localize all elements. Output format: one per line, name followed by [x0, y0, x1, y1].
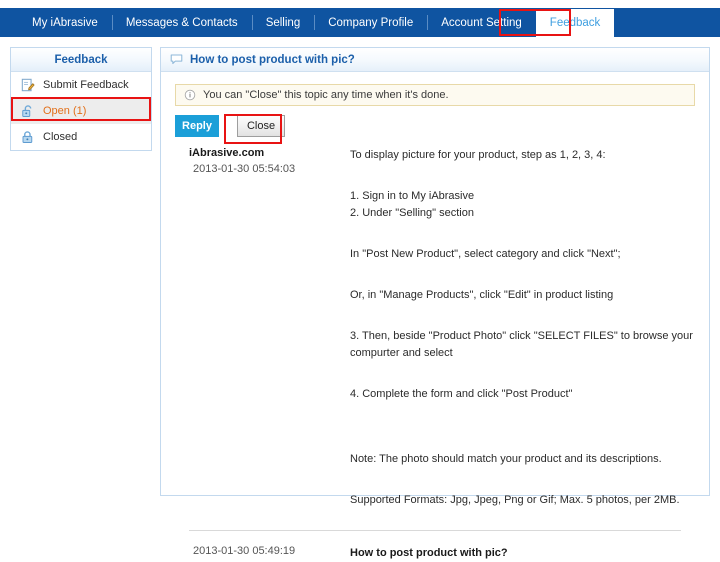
feedback-topic-panel: How to post product with pic? You can "C… — [160, 47, 710, 559]
nav-label: Account Setting — [441, 16, 522, 29]
post-timestamp: 2013-01-30 05:49:19 — [193, 545, 296, 557]
post-item: iAbrasive.com 2013-01-30 05:54:03 To dis… — [175, 137, 695, 522]
post-paragraph: Supported Formats: Jpg, Jpeg, Png or Gif… — [350, 494, 680, 506]
post-timestamp: 2013-01-30 05:54:03 — [193, 163, 296, 175]
sidebar-item-label: Submit Feedback — [43, 79, 129, 91]
nav-label: My iAbrasive — [32, 16, 98, 29]
nav-item-messages-contacts[interactable]: Messages & Contacts — [111, 8, 252, 37]
close-topic-notice: You can "Close" this topic any time when… — [175, 84, 695, 106]
post-paragraph: How to post product with pic? — [350, 547, 508, 559]
close-button[interactable]: Close — [237, 115, 285, 137]
post-paragraph: In "Post New Product", select category a… — [350, 248, 621, 260]
nav-label: Feedback — [549, 17, 601, 29]
sidebar-header-label: Feedback — [54, 53, 108, 66]
nav-item-company-profile[interactable]: Company Profile — [314, 8, 427, 37]
nav-item-account-setting[interactable]: Account Setting — [427, 8, 536, 37]
top-navigation-bar: My iAbrasive Messages & Contacts Selling… — [0, 8, 720, 37]
reply-button[interactable]: Reply — [175, 115, 219, 137]
speech-bubble-icon — [170, 54, 183, 65]
post-item: 2013-01-30 05:49:19 How to post product … — [175, 531, 695, 562]
notepad-pencil-icon — [21, 78, 35, 92]
post-paragraph: 4. Complete the form and click "Post Pro… — [350, 388, 573, 400]
topic-header: How to post product with pic? — [161, 48, 709, 72]
sidebar-header: Feedback — [11, 48, 151, 72]
topic-action-buttons: Reply Close — [175, 115, 695, 137]
nav-item-feedback[interactable]: Feedback — [535, 9, 615, 37]
nav-label: Company Profile — [328, 16, 414, 29]
nav-item-my-iabrasive[interactable]: My iAbrasive — [18, 8, 112, 37]
post-paragraph: To display picture for your product, ste… — [350, 149, 606, 161]
sidebar-item-label: Closed — [43, 131, 78, 143]
nav-label: Selling — [265, 16, 301, 29]
post-content: To display picture for your product, ste… — [350, 147, 695, 522]
post-paragraph: Or, in "Manage Products", click "Edit" i… — [350, 289, 614, 301]
post-paragraph: 2. Under "Selling" section — [350, 207, 474, 219]
post-meta: 2013-01-30 05:49:19 — [175, 545, 350, 562]
sidebar-item-open[interactable]: Open (1) — [11, 98, 151, 124]
notice-text: You can "Close" this topic any time when… — [203, 89, 449, 101]
post-paragraph: 1. Sign in to My iAbrasive — [350, 190, 475, 202]
topic-body: You can "Close" this topic any time when… — [161, 72, 709, 562]
sidebar-item-label: Open (1) — [43, 105, 87, 117]
post-paragraph: Note: The photo should match your produc… — [350, 453, 662, 465]
post-author: iAbrasive.com — [189, 147, 265, 159]
post-paragraph: 3. Then, beside "Product Photo" click "S… — [350, 330, 693, 359]
post-content: How to post product with pic? — [350, 545, 695, 562]
sidebar-item-closed[interactable]: Closed — [11, 124, 151, 150]
nav-item-selling[interactable]: Selling — [251, 8, 315, 37]
sidebar-item-submit-feedback[interactable]: Submit Feedback — [11, 72, 151, 98]
post-meta: iAbrasive.com 2013-01-30 05:54:03 — [175, 147, 350, 522]
info-circle-icon — [184, 89, 196, 101]
feedback-sidebar: Feedback Submit Feedback Open (1) Closed — [10, 47, 152, 151]
unlocked-padlock-icon — [22, 105, 32, 117]
page-title: How to post product with pic? — [190, 53, 355, 66]
nav-label: Messages & Contacts — [125, 16, 238, 29]
locked-padlock-icon — [22, 131, 33, 143]
